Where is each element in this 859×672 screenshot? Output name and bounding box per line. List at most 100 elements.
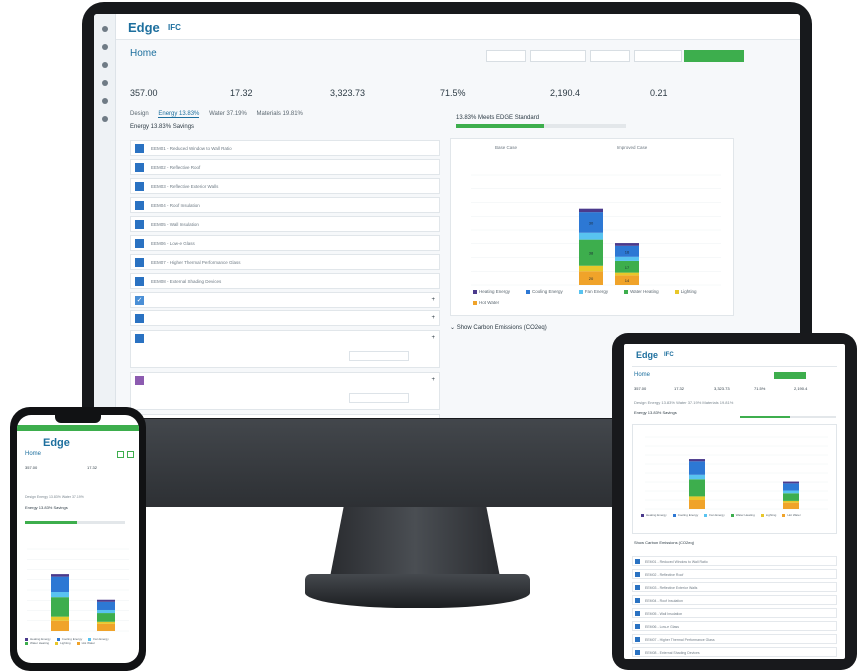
measure-checkbox[interactable] (135, 182, 144, 191)
measure-checkbox[interactable] (135, 258, 144, 267)
tab-1[interactable]: Energy 13.83% (158, 111, 200, 118)
measure-label: EEM08 - External Shading Devices (151, 279, 222, 284)
tab-1[interactable]: Energy 13.83% (37, 495, 61, 499)
tab-2[interactable]: Water 37.19% (676, 400, 701, 405)
energy-measure-row[interactable]: + (130, 372, 440, 410)
expand-icon[interactable]: + (431, 377, 435, 383)
legend-label: Cooling Energy (677, 513, 699, 517)
energy-measure-row[interactable]: EEM04 - Roof Insulation (130, 197, 440, 213)
bar-segment-fan-energy (579, 232, 603, 240)
tablet-measure-row[interactable]: EEM03 - Reflective Exterior Walls (632, 582, 837, 592)
measure-checkbox[interactable] (635, 624, 640, 629)
tablet-measure-row[interactable]: EEM01 - Reduced Window to Wall Ratio (632, 556, 837, 566)
tab-3[interactable]: Materials 19.81% (702, 400, 733, 405)
ifc-logo: IFC (664, 352, 674, 358)
save-button[interactable] (774, 372, 806, 379)
mobile-save-button[interactable] (127, 451, 134, 458)
metric-value: 0.21 (650, 88, 668, 98)
tablet-measure-row[interactable]: EEM04 - Roof Insulation (632, 595, 837, 605)
metric-5: 0.21 (650, 86, 668, 98)
project-icon[interactable] (101, 62, 108, 68)
device-mockup-stage: Edge IFC Home 357.00 17.32 3,323.73 71.5% 2,… (0, 0, 859, 672)
measure-checkbox[interactable] (635, 611, 640, 616)
energy-measure-row[interactable]: EEM07 - Higher Thermal Performance Glass (130, 254, 440, 270)
header-toggle-1[interactable] (530, 50, 586, 62)
result-tabs: Design Energy 13.83% Water 37.19% Materi… (130, 111, 311, 118)
tab-0[interactable]: Design (25, 495, 36, 499)
legend-swatch (730, 513, 734, 517)
measure-checkbox[interactable] (135, 163, 144, 172)
header-toggle-3[interactable] (634, 50, 682, 62)
header-toggle-4[interactable] (684, 50, 744, 62)
tab-2[interactable]: Water 37.19% (62, 495, 84, 499)
energy-measure-row[interactable]: + (130, 414, 440, 418)
edge-logo[interactable]: Edge (43, 437, 70, 449)
tab-0[interactable]: Design (130, 111, 149, 117)
energy-measure-row[interactable]: EEM05 - Wall Insulation (130, 216, 440, 232)
energy-measure-row[interactable]: + (130, 310, 440, 326)
iphone-mobile: Edge Home 357.00 17.32 Design Energy 13.… (10, 407, 146, 671)
energy-measure-row[interactable]: EEM06 - Low-e Glass (130, 235, 440, 251)
expand-icon[interactable]: + (431, 335, 435, 341)
measure-checkbox[interactable] (135, 144, 144, 153)
expand-icon[interactable]: + (431, 297, 435, 303)
metric-value: 71.5% (440, 88, 466, 98)
measure-checkbox[interactable] (635, 585, 640, 590)
tab-3[interactable]: Materials 19.81% (257, 111, 303, 117)
tab-2[interactable]: Water 37.19% (209, 111, 247, 117)
measure-checkbox[interactable] (135, 334, 144, 343)
left-icon-rail (94, 14, 116, 418)
carbon-emissions-toggle[interactable]: ⌄ Show Carbon Emissions (CO2eq) (450, 324, 547, 331)
header-toggle-0[interactable] (486, 50, 526, 62)
energy-measure-row[interactable]: + (130, 330, 440, 368)
measure-checkbox[interactable] (135, 376, 144, 385)
measure-checkbox[interactable]: ✓ (135, 296, 144, 305)
tab-0[interactable]: Design (634, 400, 646, 405)
header-toggle-2[interactable] (590, 50, 630, 62)
measure-checkbox[interactable] (635, 650, 640, 655)
menu-icon[interactable] (101, 26, 108, 32)
tablet-measure-row[interactable]: EEM02 - Reflective Roof (632, 569, 837, 579)
edge-logo[interactable]: Edge (128, 20, 160, 35)
mobile-app-screen: Edge Home 357.00 17.32 Design Energy 13.… (17, 415, 139, 663)
energy-measure-row[interactable]: ✓ + (130, 292, 440, 308)
energy-measure-row[interactable]: EEM01 - Reduced Window to Wall Ratio (130, 140, 440, 156)
energy-measure-row[interactable]: EEM08 - External Shading Devices (130, 273, 440, 289)
tab-1[interactable]: Energy 13.83% (648, 400, 675, 405)
tablet-measure-row[interactable]: EEM07 - Higher Thermal Performance Glass (632, 634, 837, 644)
measure-checkbox[interactable] (135, 239, 144, 248)
measure-checkbox[interactable] (135, 277, 144, 286)
bar-segment-lighting (689, 496, 705, 500)
tablet-measure-row[interactable]: EEM06 - Low-e Glass (632, 621, 837, 631)
tablet-carbon-heading[interactable]: Show Carbon Emissions (CO2eq) (634, 540, 694, 545)
measure-input[interactable] (349, 351, 409, 361)
settings-icon[interactable] (101, 80, 108, 86)
legend-swatch (578, 289, 583, 294)
measure-checkbox[interactable] (635, 637, 640, 642)
user-icon[interactable] (101, 116, 108, 122)
help-icon[interactable] (101, 98, 108, 104)
tablet-measure-row[interactable]: EEM05 - Wall Insulation (632, 608, 837, 618)
mobile-menu-button[interactable] (117, 451, 124, 458)
energy-measure-row[interactable]: EEM03 - Reflective Exterior Walls (130, 178, 440, 194)
bar-segment-lighting (579, 265, 603, 272)
measure-checkbox[interactable] (635, 572, 640, 577)
measure-label: EEM02 - Reflective Roof (645, 573, 684, 577)
measure-checkbox[interactable] (135, 201, 144, 210)
measure-checkbox[interactable] (135, 314, 144, 323)
bar-segment-heating-energy (97, 599, 115, 602)
legend-swatch (704, 513, 708, 517)
measure-checkbox[interactable] (635, 598, 640, 603)
edge-logo[interactable]: Edge (636, 350, 658, 360)
measure-label: EEM06 - Low-e Glass (151, 241, 195, 246)
expand-icon[interactable]: + (431, 315, 435, 321)
tablet-app-screen: Edge IFC Home 357.00 17.32 3,323.73 71.5% 2,… (624, 344, 845, 659)
energy-measure-row[interactable]: EEM02 - Reflective Roof (130, 159, 440, 175)
home-icon[interactable] (101, 44, 108, 50)
measure-checkbox[interactable] (135, 220, 144, 229)
tablet-measure-row[interactable]: EEM08 - External Shading Devices (632, 647, 837, 657)
measure-input[interactable] (349, 393, 409, 403)
measure-checkbox[interactable] (635, 559, 640, 564)
legend-item: Heating Energy (473, 289, 520, 297)
top-links (744, 23, 792, 29)
